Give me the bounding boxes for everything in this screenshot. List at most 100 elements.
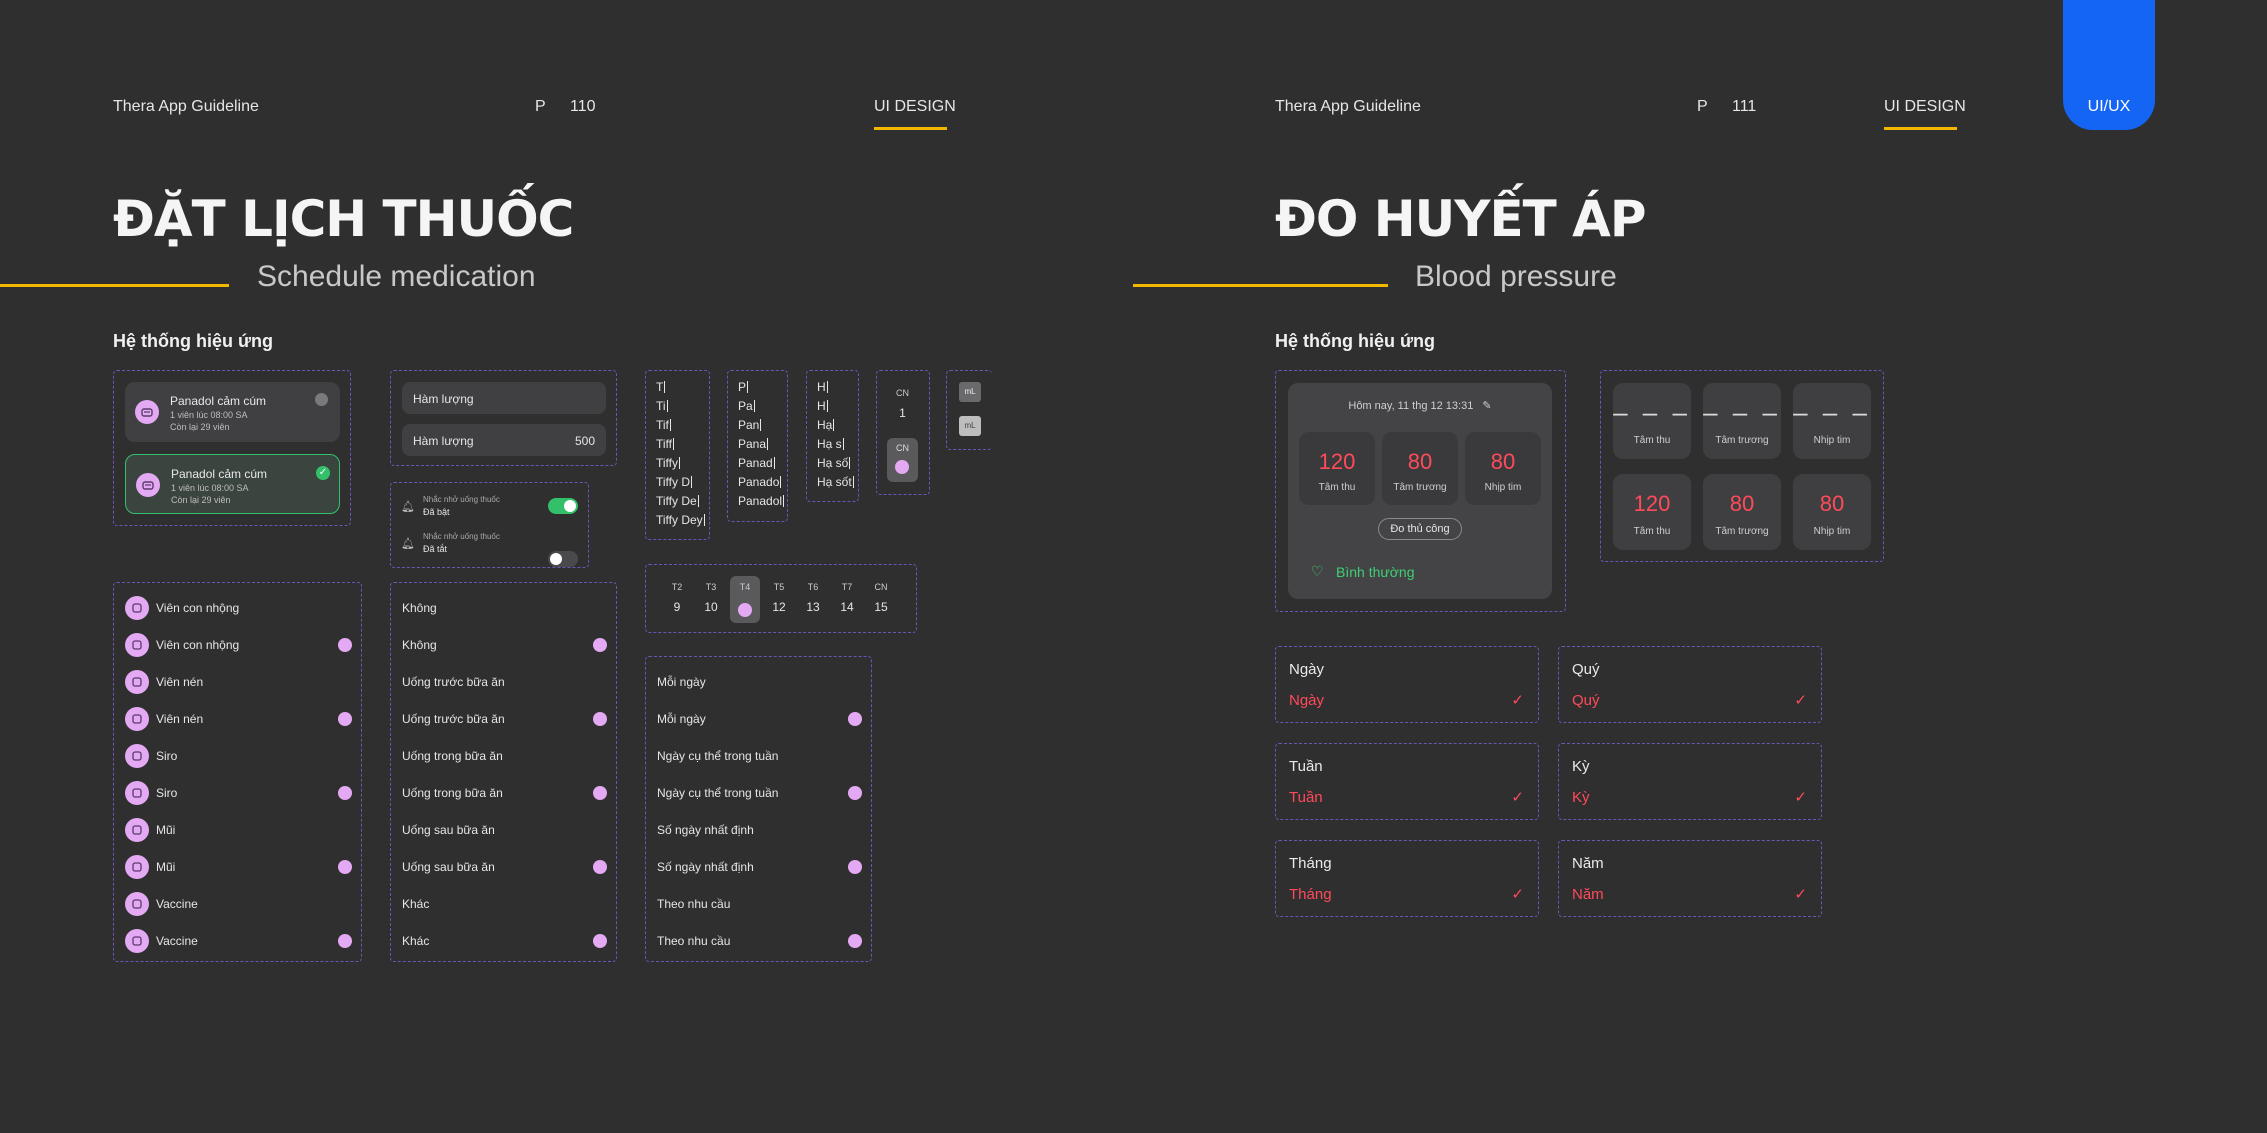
med-card-taken[interactable]: Panadol cảm cúm 1 viên lúc 08:00 SA Còn … (125, 454, 340, 514)
reminder-toggle-off[interactable] (548, 551, 578, 567)
list-item[interactable]: Siro (114, 774, 363, 811)
week-day-number[interactable]: 10 (698, 600, 724, 614)
unit-chip-selected[interactable]: mL (959, 416, 981, 436)
text-caret (826, 381, 828, 393)
unit-chips-group: mL mL (946, 370, 992, 450)
list-item[interactable]: Theo nhu cầu (646, 922, 873, 959)
typing-name-group: T Ti Tif Tiff Tiffy Tiffy D Tiffy De Tiffy Dey (645, 370, 710, 540)
reminder-toggle-on[interactable] (548, 498, 578, 514)
measurement-date-row: Hôm nay, 11 thg 12 13:31 ✎ (1288, 399, 1552, 412)
list-item[interactable]: Viên nén (114, 663, 363, 700)
medicine-form-icon (125, 928, 149, 953)
selector-value: Kỳ (1572, 789, 1590, 806)
typing-line: Tiffy D (656, 473, 705, 492)
list-item[interactable]: Uống sau bữa ăn (391, 848, 618, 885)
page-subtitle: Schedule medication (257, 260, 536, 293)
selected-dot (848, 859, 862, 874)
measurement-card: Hôm nay, 11 thg 12 13:31 ✎ 120 Tâm thu 8… (1288, 383, 1552, 599)
week-day-number[interactable]: 12 (766, 600, 792, 614)
unit-chip[interactable]: mL (959, 382, 981, 402)
typing-line: Tiffy (656, 454, 705, 473)
week-day-number[interactable]: 15 (868, 600, 894, 614)
list-item-label: Mỗi ngày (657, 711, 706, 726)
list-item-label: Uống sau bữa ăn (402, 859, 495, 874)
text-caret (703, 514, 705, 526)
week-row: T2 9 T3 10 T4 T5 12 T6 13 T7 14 CN 15 (646, 565, 918, 634)
selected-dot (338, 859, 352, 874)
typing-text: P (738, 380, 747, 394)
list-item[interactable]: Số ngày nhất định (646, 848, 873, 885)
list-item[interactable]: Uống trước bữa ăn (391, 663, 618, 700)
period-selector[interactable]: Ngày Ngày ✓ (1275, 646, 1539, 723)
tile-value: 80 (1490, 449, 1516, 474)
page-number: 111 (1732, 98, 1757, 115)
list-item[interactable]: Uống sau bữa ăn (391, 811, 618, 848)
list-item[interactable]: Theo nhu cầu (646, 885, 873, 922)
med-name: Panadol cảm cúm (171, 467, 268, 481)
dosage-input-empty[interactable]: Hàm lượng (402, 382, 606, 414)
list-item[interactable]: Ngày cụ thể trong tuần (646, 774, 873, 811)
list-item-label: Không (402, 600, 437, 615)
typing-line: Tiffy De (656, 492, 705, 511)
list-item-label: Ngày cụ thể trong tuần (657, 748, 779, 763)
selector-value: Năm (1572, 886, 1604, 903)
period-selector[interactable]: Quý Quý ✓ (1558, 646, 1822, 723)
list-item[interactable]: Uống trước bữa ăn (391, 700, 618, 737)
typing-line: Hạ sốt (817, 473, 854, 492)
list-item[interactable]: Không (391, 626, 618, 663)
list-item[interactable]: Khác (391, 922, 618, 959)
list-item[interactable]: Uống trong bữa ăn (391, 737, 618, 774)
list-item-label: Mũi (156, 822, 176, 837)
manual-measure-button[interactable]: Đo thủ công (1378, 518, 1462, 540)
week-day-label: T4 (739, 582, 751, 592)
period-selector[interactable]: Năm Năm ✓ (1558, 840, 1822, 917)
list-item[interactable]: Ngày cụ thể trong tuần (646, 737, 873, 774)
week-day-label: T3 (705, 582, 717, 592)
list-item-label: Ngày cụ thể trong tuần (657, 785, 779, 800)
list-item[interactable]: Số ngày nhất định (646, 811, 873, 848)
week-day-number[interactable]: 9 (664, 600, 690, 614)
list-item-label: Viên nén (156, 711, 204, 726)
list-item[interactable]: Viên con nhộng (114, 589, 363, 626)
selected-dot (338, 933, 352, 948)
period-selector[interactable]: Tuần Tuần ✓ (1275, 743, 1539, 820)
section-title: Hệ thống hiệu ứng (1275, 331, 1436, 351)
text-caret (679, 457, 681, 469)
dosage-input-filled[interactable]: Hàm lượng 500 (402, 424, 606, 456)
week-day-number[interactable]: 14 (834, 600, 860, 614)
week-day-number[interactable]: 13 (800, 600, 826, 614)
list-item[interactable]: Viên nén (114, 700, 363, 737)
list-item[interactable]: Mỗi ngày (646, 663, 873, 700)
typing-sequence: H H Hạ Hạ s Hạ số Hạ sốt (817, 378, 854, 492)
text-caret (852, 476, 854, 488)
list-item[interactable]: Viên con nhộng (114, 626, 363, 663)
selector-title: Tuần (1289, 758, 1323, 775)
check-icon: ✓ (1794, 692, 1807, 709)
status-label: Bình thường (1336, 564, 1415, 580)
list-item[interactable]: Mỗi ngày (646, 700, 873, 737)
list-item[interactable]: Không (391, 589, 618, 626)
day-selected[interactable]: CN (887, 438, 918, 482)
period-selector[interactable]: Tháng Tháng ✓ (1275, 840, 1539, 917)
typing-sequence: P Pa Pan Pana Panad Panado Panadol (738, 378, 785, 511)
med-card[interactable]: Panadol cảm cúm 1 viên lúc 08:00 SA Còn … (125, 382, 340, 442)
list-item-label: Không (402, 637, 437, 652)
list-item[interactable]: Vaccine (114, 885, 363, 922)
day-number: 1 (899, 406, 906, 420)
list-item[interactable]: Siro (114, 737, 363, 774)
text-caret (747, 381, 749, 393)
list-item-label: Mỗi ngày (657, 674, 706, 689)
list-item[interactable]: Mũi (114, 811, 363, 848)
typing-text: Pan (738, 418, 760, 432)
list-item[interactable]: Vaccine (114, 922, 363, 959)
edit-icon[interactable]: ✎ (1482, 400, 1491, 412)
period-selector[interactable]: Kỳ Kỳ ✓ (1558, 743, 1822, 820)
dosage-label: Hàm lượng (413, 434, 474, 448)
list-item[interactable]: Mũi (114, 848, 363, 885)
list-item[interactable]: Uống trong bữa ăn (391, 774, 618, 811)
typing-line: P (738, 378, 784, 397)
selected-dot (738, 603, 752, 617)
tile-value: 120 (1318, 449, 1356, 474)
list-item[interactable]: Khác (391, 885, 618, 922)
text-caret (849, 457, 851, 469)
